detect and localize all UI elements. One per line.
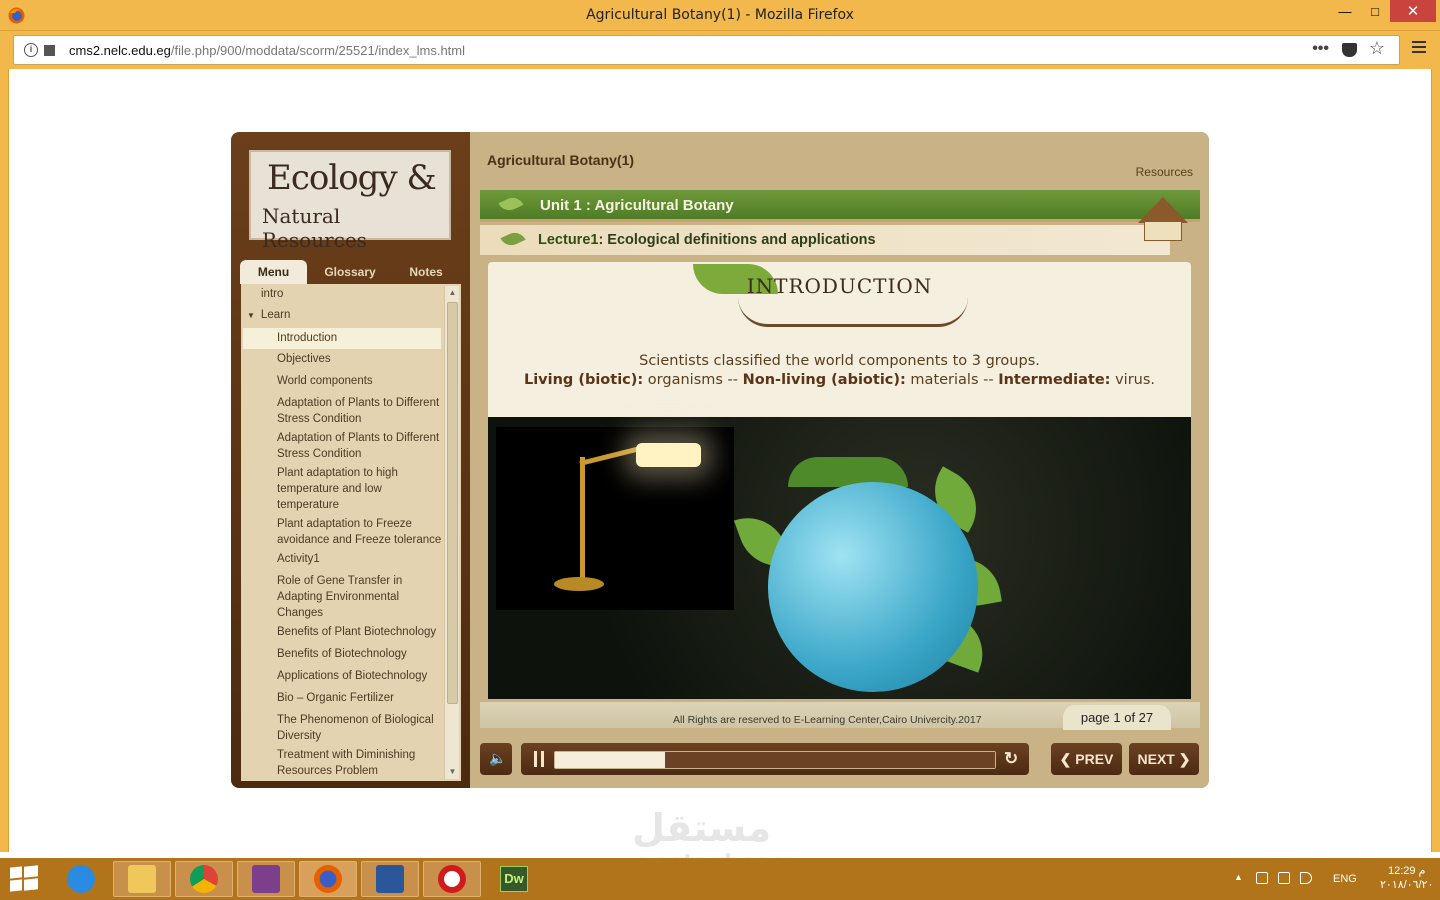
logo-line1: Ecology & [267, 158, 437, 198]
url-text[interactable]: cms2.nelc.edu.eg/file.php/900/moddata/sc… [69, 43, 465, 58]
firefox-taskbar-icon[interactable] [299, 861, 357, 897]
menu-item-biotech-applications[interactable]: Applications of Biotechnology [243, 668, 441, 684]
course-title: Agricultural Botany(1) [487, 152, 635, 168]
copyright-text: All Rights are reserved to E-Learning Ce… [673, 714, 982, 726]
menu-item-learn[interactable]: ▼ Learn [247, 307, 441, 324]
progress-bar[interactable] [554, 751, 996, 769]
opera-icon[interactable] [423, 861, 481, 897]
menu-list: intro ▼ Learn Introduction Objectives Wor… [241, 284, 461, 781]
unit-banner: Unit 1 : Agricultural Botany [480, 190, 1200, 222]
window-border-right [1432, 69, 1440, 852]
menu-item-introduction[interactable]: Introduction [243, 328, 441, 349]
slide-heading: INTRODUCTION [746, 274, 933, 298]
menu-item-biotech-benefits[interactable]: Benefits of Biotechnology [243, 646, 441, 662]
taskbar: Dw ▲ ENG 12:29 م ٢٠١٨/٠٦/٢٠ [0, 858, 1440, 900]
menu-item-bio-organic[interactable]: Bio – Organic Fertilizer [243, 690, 441, 706]
swoosh-decoration [738, 297, 968, 327]
course-main: Agricultural Botany(1) Resources Unit 1 … [470, 132, 1209, 788]
menu-scrollbar[interactable]: ▲ ▼ [444, 286, 459, 779]
explorer-icon[interactable] [113, 861, 171, 897]
slide-line2: Living (biotic): organisms -- Non-living… [523, 372, 1156, 388]
logo-line2: Natural Resources [262, 204, 367, 252]
resources-link[interactable]: Resources [1136, 165, 1193, 179]
lecture-title: Lecture1: Ecological definitions and app… [538, 232, 876, 248]
menu-item-world-components[interactable]: World components [243, 373, 441, 389]
next-button[interactable]: NEXT ❯ [1129, 743, 1199, 775]
flag-icon[interactable] [1256, 872, 1268, 884]
menu-hamburger-icon[interactable] [1412, 41, 1426, 53]
winrar-icon[interactable] [237, 861, 295, 897]
window-titlebar: Agricultural Botany(1) - Mozilla Firefox… [0, 0, 1440, 31]
menu-item-activity1[interactable]: Activity1 [243, 551, 441, 567]
progress-remaining [665, 752, 995, 768]
close-button[interactable]: ✕ [1390, 0, 1436, 22]
info-icon[interactable]: i [24, 43, 38, 57]
progress-fill [555, 752, 665, 768]
window-title: Agricultural Botany(1) - Mozilla Firefox [586, 7, 854, 23]
leaf-icon [498, 193, 524, 215]
playback-bar: ↻ [521, 743, 1029, 775]
maximize-button[interactable]: □ [1360, 0, 1390, 22]
course-logo: Ecology & Natural Resources [249, 150, 451, 252]
sidebar-tabs: Menu Glossary Notes [240, 260, 462, 284]
pocket-icon[interactable] [1342, 43, 1357, 57]
windows-start-icon[interactable] [10, 865, 38, 893]
menu-item-biodiversity[interactable]: The Phenomenon of Biological Diversity [243, 712, 439, 744]
navigation-toolbar: i cms2.nelc.edu.eg/file.php/900/moddata/… [0, 31, 1440, 69]
replay-icon[interactable]: ↻ [1004, 749, 1018, 769]
address-bar[interactable]: i cms2.nelc.edu.eg/file.php/900/moddata/… [13, 35, 1400, 65]
menu-item-freeze[interactable]: Plant adaptation to Freeze avoidance and… [243, 516, 443, 548]
prev-button[interactable]: ❮ PREV [1051, 743, 1122, 775]
watermark-arabic: مستقل [632, 806, 771, 850]
window-border-left [0, 69, 8, 852]
lecture-banner: Lecture1: Ecological definitions and app… [480, 225, 1170, 255]
sound-button[interactable]: 🔈 [480, 743, 512, 775]
dreamweaver-icon[interactable]: Dw [485, 861, 543, 897]
course-sidebar: Ecology & Natural Resources Menu Glossar… [231, 132, 470, 788]
clock[interactable]: 12:29 م ٢٠١٨/٠٦/٢٠ [1380, 864, 1433, 892]
network-icon[interactable] [1278, 872, 1290, 884]
ie-icon[interactable] [52, 861, 110, 897]
menu-item-temperature[interactable]: Plant adaptation to high temperature and… [243, 465, 441, 513]
word-icon[interactable] [361, 861, 419, 897]
slide-stage: INTRODUCTION Scientists classified the w… [488, 262, 1191, 699]
slide-animation [488, 417, 1191, 699]
page-counter: page 1 of 27 [1063, 705, 1171, 730]
expand-arrow-icon[interactable]: ▼ [247, 311, 255, 320]
leaf-icon [500, 228, 526, 250]
menu-item-diminishing-resources[interactable]: Treatment with Diminishing Resources Pro… [243, 747, 423, 779]
system-tray: ▲ ENG 12:29 م ٢٠١٨/٠٦/٢٠ [1220, 858, 1440, 900]
scroll-down-icon[interactable]: ▼ [445, 765, 460, 779]
volume-icon[interactable] [1300, 872, 1312, 884]
pause-button[interactable] [534, 751, 544, 767]
menu-item-adaptation-2[interactable]: Adaptation of Plants to Different Stress… [243, 430, 441, 462]
course-player: Ecology & Natural Resources Menu Glossar… [231, 132, 1209, 788]
scroll-thumb[interactable] [447, 302, 458, 704]
tray-arrow-icon[interactable]: ▲ [1234, 872, 1243, 882]
earth-globe-image [768, 482, 978, 692]
bookmark-star-icon[interactable]: ☆ [1369, 38, 1385, 59]
unit-title: Unit 1 : Agricultural Botany [540, 197, 734, 214]
language-indicator[interactable]: ENG [1333, 873, 1357, 885]
slide-text: Scientists classified the world componen… [488, 352, 1191, 390]
chrome-icon[interactable] [175, 861, 233, 897]
speaker-icon: 🔈 [489, 750, 507, 766]
menu-item-intro[interactable]: intro [261, 286, 441, 302]
cottage-icon [1133, 192, 1193, 247]
menu-item-adaptation-1[interactable]: Adaptation of Plants to Different Stress… [243, 395, 441, 427]
slide-line1: Scientists classified the world componen… [639, 353, 1040, 369]
menu-item-plant-biotech[interactable]: Benefits of Plant Biotechnology [243, 624, 441, 640]
scroll-up-icon[interactable]: ▲ [445, 286, 460, 300]
menu-item-objectives[interactable]: Objectives [243, 351, 441, 367]
tab-menu[interactable]: Menu [240, 260, 307, 284]
tab-notes[interactable]: Notes [393, 260, 459, 284]
page-icon [44, 45, 55, 56]
menu-item-gene-transfer[interactable]: Role of Gene Transfer in Adapting Enviro… [243, 573, 423, 621]
lamp-image [496, 427, 734, 610]
tab-glossary[interactable]: Glossary [315, 260, 385, 284]
minimize-button[interactable]: — [1330, 0, 1360, 22]
dw-label: Dw [500, 866, 528, 892]
page-actions-button[interactable]: ••• [1312, 40, 1329, 58]
